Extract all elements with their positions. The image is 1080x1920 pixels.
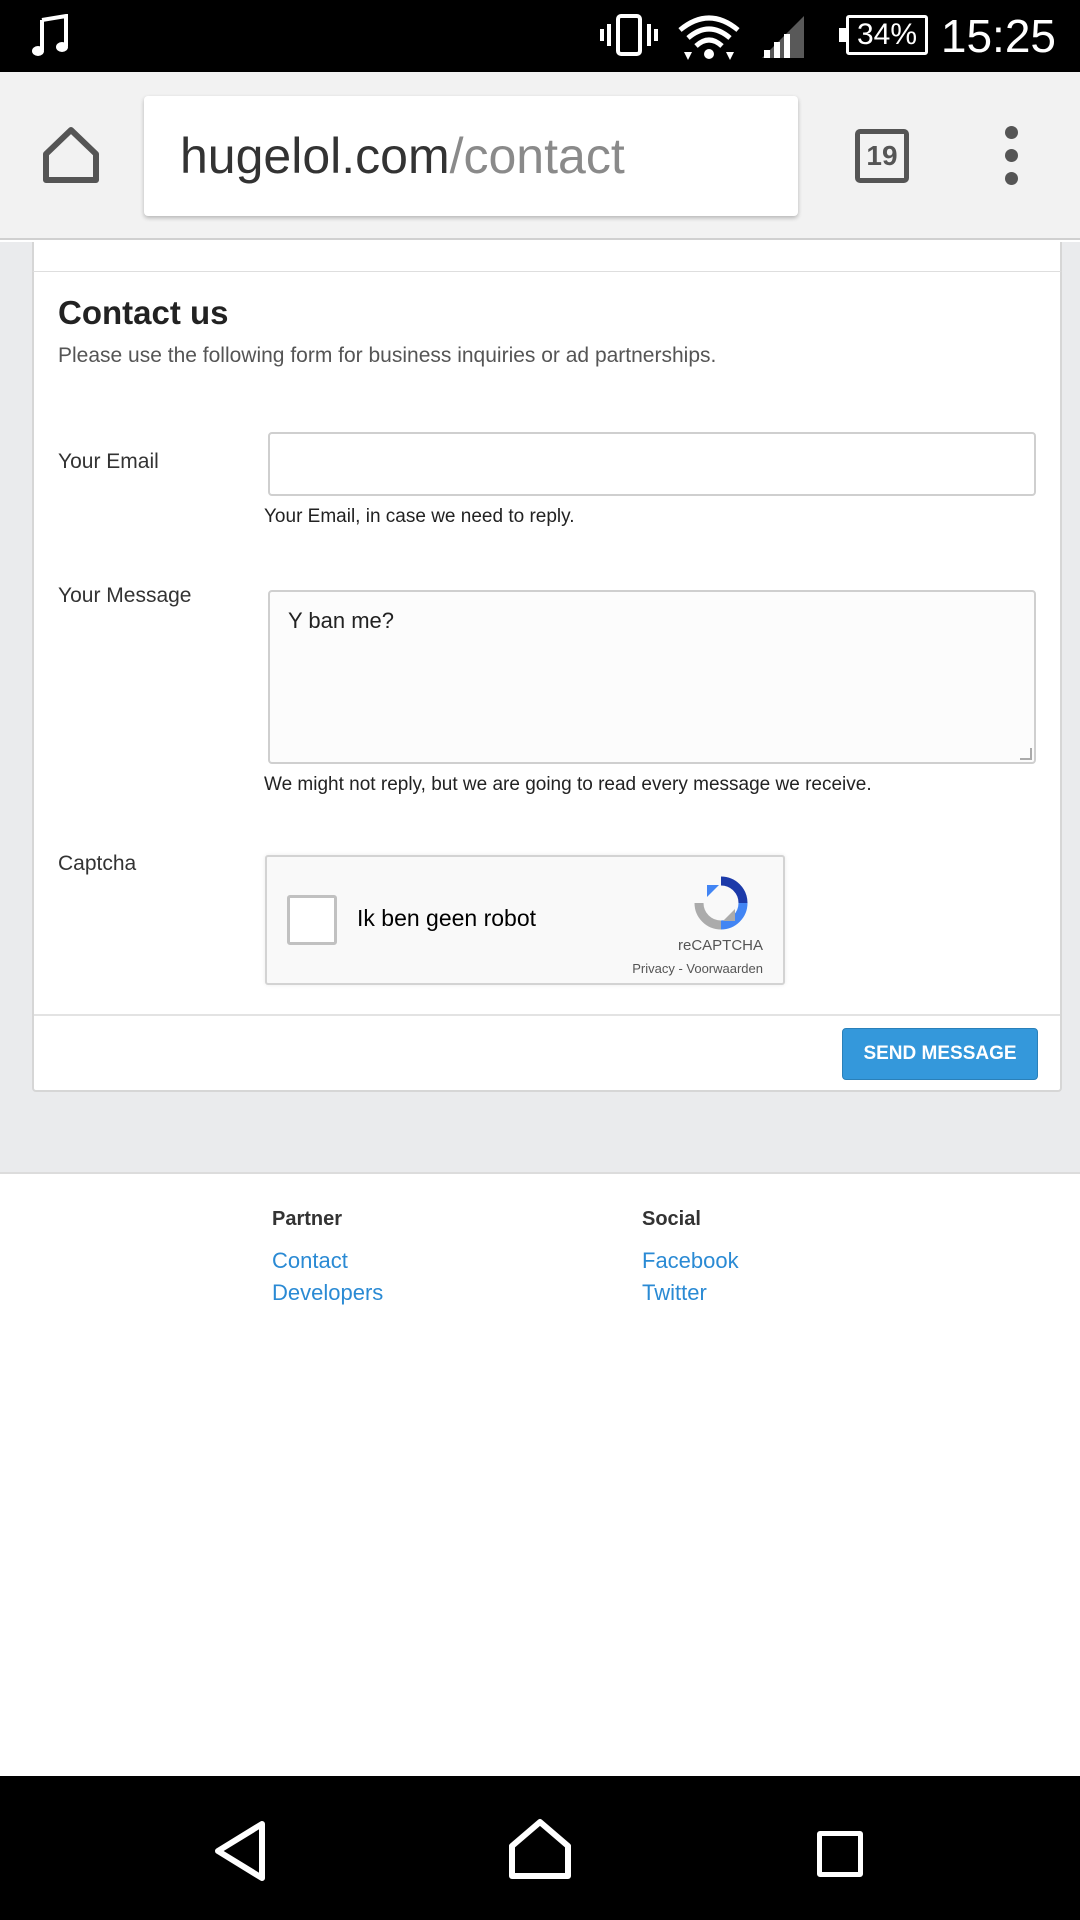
contact-form-card: Contact us Please use the following form… [32, 272, 1062, 1092]
overflow-menu-icon[interactable] [996, 126, 1026, 186]
home-icon[interactable] [508, 1818, 572, 1885]
site-footer: Partner Contact Developers Social Facebo… [0, 1172, 1080, 1776]
status-bar: 34% 15:25 [0, 0, 1080, 72]
system-nav-bar [0, 1776, 1080, 1920]
signal-icon [760, 14, 806, 65]
page-subtitle: Please use the following form for busine… [58, 344, 717, 367]
recaptcha-checkbox-label: Ik ben geen robot [357, 905, 537, 931]
vibrate-icon [600, 14, 658, 63]
recaptcha-checkbox[interactable] [287, 895, 337, 945]
url-path: /contact [449, 128, 625, 184]
footer-link-facebook[interactable]: Facebook [642, 1245, 739, 1277]
recaptcha-privacy-links[interactable]: Privacy - Voorwaarden [632, 961, 763, 976]
back-icon[interactable] [212, 1820, 268, 1887]
email-label: Your Email [58, 450, 159, 473]
send-message-button[interactable]: SEND MESSAGE [842, 1028, 1038, 1080]
footer-column-social: Social Facebook Twitter [642, 1208, 739, 1309]
music-note-icon [32, 13, 72, 63]
battery-indicator: 34% [839, 15, 928, 55]
wifi-icon [678, 14, 740, 67]
footer-link-twitter[interactable]: Twitter [642, 1277, 739, 1309]
message-field[interactable]: Y ban me? [268, 590, 1036, 764]
recaptcha-widget: Ik ben geen robot reCAPTCHA Privacy - Vo… [265, 855, 785, 985]
page-title: Contact us [58, 294, 229, 331]
home-icon[interactable] [40, 126, 102, 189]
message-label: Your Message [58, 584, 192, 607]
captcha-label: Captcha [58, 852, 137, 875]
browser-toolbar: hugelol.com/contact 19 [0, 72, 1080, 240]
footer-link-developers[interactable]: Developers [272, 1277, 383, 1309]
page-content: Contact us Please use the following form… [0, 242, 1080, 1172]
card-header-strip [32, 242, 1062, 272]
divider [34, 1014, 1060, 1016]
recaptcha-brand: reCAPTCHA [677, 937, 763, 954]
recaptcha-logo-icon [693, 875, 749, 936]
email-field[interactable] [268, 432, 1036, 496]
tabs-icon[interactable]: 19 [855, 129, 909, 183]
url-bar[interactable]: hugelol.com/contact [144, 96, 798, 216]
recents-icon[interactable] [817, 1831, 863, 1877]
url-host: hugelol.com [180, 128, 450, 184]
footer-heading: Partner [272, 1208, 343, 1230]
email-help-text: Your Email, in case we need to reply. [264, 506, 575, 527]
footer-column-partner: Partner Contact Developers [272, 1208, 383, 1309]
footer-heading: Social [642, 1208, 701, 1230]
footer-link-contact[interactable]: Contact [272, 1245, 383, 1277]
clock: 15:25 [940, 10, 1056, 62]
message-help-text: We might not reply, but we are going to … [264, 774, 872, 795]
